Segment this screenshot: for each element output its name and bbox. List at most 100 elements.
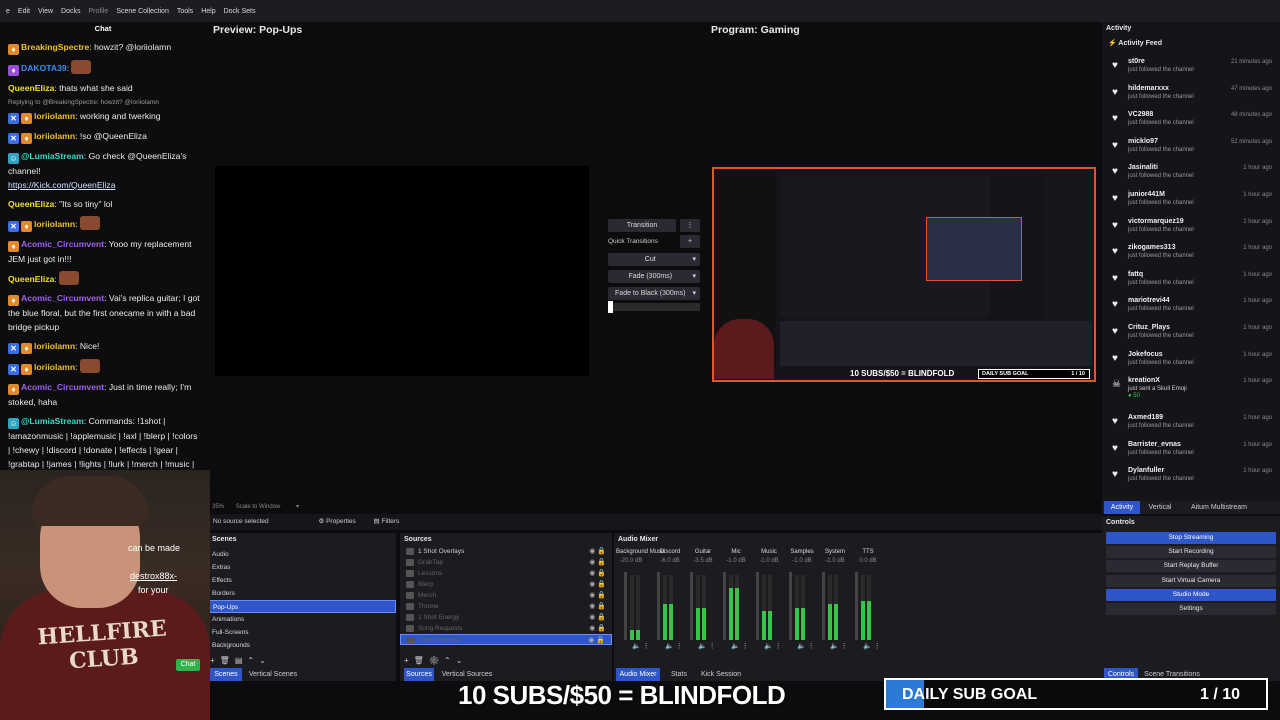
chat-username[interactable]: Acomic_Circumvent — [21, 382, 104, 392]
menu-item[interactable]: Profile — [88, 8, 108, 15]
trash-icon[interactable]: 🗑 — [414, 656, 429, 665]
activity-item[interactable]: ♥ Dylanfuller just followed the channel 1 h… — [1102, 464, 1280, 491]
visibility-lock-icon[interactable]: ◉ 🔒 — [589, 612, 606, 623]
add-transition-icon[interactable]: + — [680, 235, 700, 248]
visibility-lock-icon[interactable]: ◉ 🔒 — [589, 557, 606, 568]
activity-item[interactable]: ♥ Crituz_Plays just followed the channel 1 … — [1102, 321, 1280, 348]
activity-item[interactable]: ♥ junior441M just followed the channel 1 ho… — [1102, 188, 1280, 215]
chat-username[interactable]: Acomic_Circumvent — [21, 239, 104, 249]
menu-item[interactable]: Help — [201, 8, 215, 15]
menu-item[interactable]: View — [38, 8, 53, 15]
chevron-down-icon[interactable]: ▾ — [296, 504, 299, 510]
source-item[interactable]: GrabTap ◉ 🔒 — [400, 557, 612, 568]
control-button[interactable]: Start Recording — [1106, 546, 1276, 559]
activity-item[interactable]: ♥ Jasinaliti just followed the channel 1 ho… — [1102, 161, 1280, 188]
activity-item[interactable]: ♥ Jokefocus just followed the channel 1 hou… — [1102, 348, 1280, 375]
visibility-lock-icon[interactable]: ◉ 🔒 — [588, 635, 605, 646]
tab-vertical-scenes[interactable]: Vertical Scenes — [246, 668, 300, 681]
volume-fader[interactable] — [822, 572, 825, 640]
menu-item[interactable]: Edit — [18, 8, 30, 15]
speaker-icon[interactable]: 🔈 ⋮ — [665, 642, 683, 650]
activity-item[interactable]: ☠ kreationX just sent a Skull Emoji ● 50 1 h… — [1102, 374, 1280, 411]
source-item[interactable]: Blerp ◉ 🔒 — [400, 579, 612, 590]
chat-username[interactable]: QueenEliza — [8, 274, 54, 284]
menu-item[interactable]: e — [6, 8, 10, 15]
chat-username[interactable]: BreakingSpectre — [21, 42, 89, 52]
chat-username[interactable]: @LumiaStream — [21, 416, 84, 426]
activity-item[interactable]: ♥ mariotrevi44 just followed the channel 1 … — [1102, 294, 1280, 321]
chat-username[interactable]: QueenEliza — [8, 83, 54, 93]
speaker-icon[interactable]: 🔈 ⋮ — [863, 642, 881, 650]
chat-username[interactable]: DAKOTA39 — [21, 63, 67, 73]
tab-vertical[interactable]: Vertical — [1142, 501, 1178, 514]
speaker-icon[interactable]: 🔈 ⋮ — [797, 642, 815, 650]
volume-fader[interactable] — [690, 572, 693, 640]
activity-item[interactable]: ♥ Barrister_evnas just followed the channe… — [1102, 438, 1280, 465]
source-item[interactable]: 1 Shot Overlays ◉ 🔒 — [400, 546, 612, 557]
trash-icon[interactable]: 🗑 — [220, 656, 235, 665]
activity-item[interactable]: ♥ st0re just followed the channel 21 minute… — [1102, 55, 1280, 82]
visibility-lock-icon[interactable]: ◉ 🔒 — [589, 568, 606, 579]
gear-icon[interactable]: ⚙ — [429, 656, 444, 665]
tbar-handle[interactable] — [608, 301, 613, 313]
chat-toggle-button[interactable]: Chat — [176, 659, 200, 671]
control-button[interactable]: Stop Streaming — [1106, 532, 1276, 544]
visibility-lock-icon[interactable]: ◉ 🔒 — [589, 590, 606, 601]
chat-username[interactable]: loriiolamn — [34, 111, 75, 121]
speaker-icon[interactable]: 🔈 ⋮ — [731, 642, 749, 650]
control-button[interactable]: Start Replay Buffer — [1106, 560, 1276, 573]
tab-aitum-multistream[interactable]: Aitum Multistream — [1184, 501, 1254, 514]
transition-button[interactable]: Transition — [608, 219, 676, 232]
down-icon[interactable]: ⌄ — [259, 656, 271, 665]
menu-item[interactable]: Scene Collection — [116, 8, 169, 15]
scene-item[interactable]: Backgrounds — [208, 639, 396, 652]
speaker-icon[interactable]: 🔈 ⋮ — [632, 642, 650, 650]
preview-canvas[interactable] — [215, 166, 589, 376]
scene-item[interactable]: Full-Screens — [208, 626, 396, 639]
activity-item[interactable]: ♥ zikogames313 just followed the channel 1 … — [1102, 241, 1280, 268]
visibility-lock-icon[interactable]: ◉ 🔒 — [589, 546, 606, 557]
source-item[interactable]: Throne ◉ 🔒 — [400, 601, 612, 612]
volume-fader[interactable] — [624, 572, 627, 640]
speaker-icon[interactable]: 🔈 ⋮ — [698, 642, 716, 650]
filters-button[interactable]: ▤ Filters — [374, 518, 400, 525]
tab-sources[interactable]: Sources — [404, 668, 434, 681]
source-item[interactable]: Lessons ◉ 🔒 — [400, 568, 612, 579]
activity-item[interactable]: ♥ fattq just followed the channel 1 hour ag… — [1102, 268, 1280, 295]
down-icon[interactable]: ⌄ — [456, 656, 468, 665]
visibility-lock-icon[interactable]: ◉ 🔒 — [589, 601, 606, 612]
control-button[interactable]: Start Virtual Camera — [1106, 574, 1276, 587]
volume-fader[interactable] — [789, 572, 792, 640]
volume-fader[interactable] — [657, 572, 660, 640]
tab-activity[interactable]: Activity — [1104, 501, 1140, 514]
source-item[interactable]: Merch ◉ 🔒 — [400, 590, 612, 601]
control-button[interactable]: Studio Mode — [1106, 588, 1276, 601]
properties-button[interactable]: ⚙ Properties — [318, 518, 355, 525]
speaker-icon[interactable]: 🔈 ⋮ — [764, 642, 782, 650]
add-icon[interactable]: + — [210, 656, 220, 665]
chat-username[interactable]: @LumiaStream — [21, 151, 84, 161]
source-item[interactable]: Song Requests ◉ 🔒 — [400, 623, 612, 634]
fade-to-black-button[interactable]: Fade to Black (300ms) ▾ — [608, 287, 700, 300]
scene-item[interactable]: Audio — [208, 548, 396, 561]
cut-button[interactable]: Cut ▾ — [608, 253, 700, 266]
activity-item[interactable]: ♥ micklo97 just followed the channel 52 min… — [1102, 135, 1280, 162]
kebab-menu-icon[interactable]: ⋮ — [680, 219, 700, 232]
up-icon[interactable]: ⌃ — [247, 656, 259, 665]
scene-item[interactable]: Animations — [208, 613, 396, 626]
activity-item[interactable]: ♥ Axmed189 just followed the channel 1 hour… — [1102, 411, 1280, 438]
speaker-icon[interactable]: 🔈 ⋮ — [830, 642, 848, 650]
activity-item[interactable]: ♥ victormarquez19 just followed the channe… — [1102, 215, 1280, 242]
menu-item[interactable]: Docks — [61, 8, 80, 15]
chat-username[interactable]: Acomic_Circumvent — [21, 293, 104, 303]
fade-button[interactable]: Fade (300ms) ▾ — [608, 270, 700, 283]
chat-username[interactable]: loriiolamn — [34, 131, 75, 141]
add-icon[interactable]: + — [404, 656, 414, 665]
scene-item[interactable]: Effects — [208, 574, 396, 587]
tbar-slider[interactable] — [608, 301, 700, 313]
source-item[interactable]: Song Request ◉ 🔒 — [400, 634, 612, 645]
scene-item[interactable]: Pop-Ups — [208, 600, 396, 613]
chat-username[interactable]: loriiolamn — [34, 341, 75, 351]
volume-fader[interactable] — [723, 572, 726, 640]
scene-item[interactable]: Borders — [208, 587, 396, 600]
